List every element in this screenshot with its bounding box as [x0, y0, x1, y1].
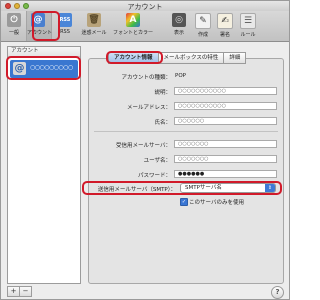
email-label: メールアドレス： — [126, 105, 171, 111]
preferences-window: アカウント ⏻ 一般 @ アカウント RSS RSS 🗑 迷惑メール A フォン… — [0, 0, 290, 300]
highlight-box-smtp — [82, 181, 282, 195]
font-color-icon: A — [126, 13, 140, 27]
highlight-box-account-list — [6, 56, 81, 80]
toolbar-compose-label: 作成 — [197, 32, 208, 38]
incoming-server-label: 受信用メールサーバ： — [116, 143, 171, 149]
full-name-label: 氏名： — [154, 120, 171, 126]
only-this-server-label: このサーバのみを使用 — [189, 200, 244, 206]
sidebar-buttons: + − — [7, 286, 32, 297]
toolbar-rules-label: ルール — [240, 32, 256, 38]
toolbar-view-label: 表示 — [173, 30, 184, 36]
email-field[interactable]: ○○○○○○○○○○○ — [174, 102, 277, 110]
title-bar: アカウント — [1, 1, 289, 11]
tab-mailbox-behaviors[interactable]: メールボックスの特性 — [157, 52, 225, 64]
toolbar-view[interactable]: ◎ 表示 — [171, 13, 187, 36]
toolbar-fonts-colors[interactable]: A フォントとカラー — [113, 13, 153, 36]
only-this-server-checkbox[interactable]: ✓ — [180, 198, 188, 206]
toolbar-junk-mail-label: 迷惑メール — [81, 30, 107, 36]
separator — [94, 131, 278, 132]
password-label: パスワード： — [137, 173, 171, 179]
remove-account-button[interactable]: − — [19, 286, 32, 297]
incoming-server-field[interactable]: ○○○○○○○ — [174, 140, 277, 148]
description-label: 説明： — [154, 90, 171, 96]
full-name-field[interactable]: ○○○○○○ — [174, 117, 277, 125]
toolbar-fonts-colors-label: フォントとカラー — [113, 30, 154, 36]
help-button[interactable]: ? — [271, 286, 284, 299]
toolbar-signatures[interactable]: ✍ 署名 — [217, 13, 233, 38]
pen-icon: ✍ — [217, 13, 233, 29]
account-type-label: アカウントの種類： — [121, 75, 171, 81]
trash-can-icon: 🗑 — [87, 13, 101, 27]
rss-icon: RSS — [58, 13, 72, 27]
toolbar-signatures-label: 署名 — [219, 32, 230, 38]
toolbar-general[interactable]: ⏻ 一般 — [5, 13, 23, 36]
tab-advanced[interactable]: 詳細 — [223, 52, 247, 64]
toolbar-rules[interactable]: ☰ ルール — [239, 13, 257, 38]
rules-icon: ☰ — [240, 13, 256, 29]
toolbar-general-label: 一般 — [8, 30, 19, 36]
glasses-icon: ◎ — [172, 13, 186, 27]
account-type-value: POP — [175, 73, 186, 79]
description-field[interactable]: ○○○○○○○○○○○ — [174, 87, 277, 95]
highlight-box-accounts — [32, 11, 60, 41]
pencil-icon: ✎ — [195, 13, 211, 29]
accounts-sidebar: アカウント @ ○○○○○○○○○ — [7, 46, 81, 284]
highlight-box-account-tab — [106, 51, 163, 64]
username-label: ユーザ名： — [143, 158, 171, 164]
switch-icon: ⏻ — [7, 13, 21, 27]
username-field[interactable]: ○○○○○○○ — [174, 155, 277, 163]
toolbar-compose[interactable]: ✎ 作成 — [195, 13, 211, 38]
toolbar-junk-mail[interactable]: 🗑 迷惑メール — [81, 13, 107, 36]
password-field[interactable]: ●●●●●● — [174, 170, 277, 178]
